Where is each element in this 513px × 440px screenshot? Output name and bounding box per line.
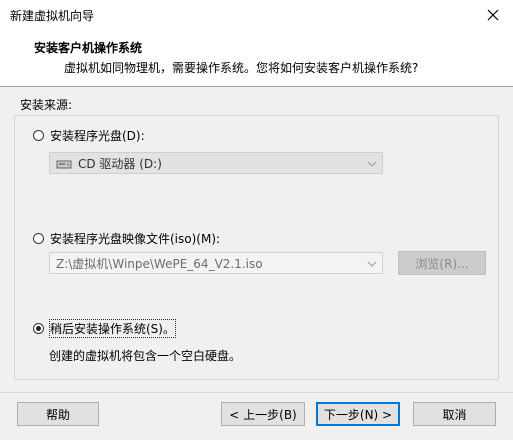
chevron-down-icon xyxy=(362,256,382,270)
install-later-label: 稍后安装操作系统(S)。 xyxy=(49,319,176,338)
install-later-description: 创建的虚拟机将包含一个空白硬盘。 xyxy=(49,349,242,363)
install-later-option[interactable]: 稍后安装操作系统(S)。 xyxy=(33,319,176,338)
browse-button[interactable]: 浏览(R)... xyxy=(398,251,486,275)
next-button[interactable]: 下一步(N) > xyxy=(316,402,400,426)
footer-divider xyxy=(0,392,513,393)
window-title: 新建虚拟机向导 xyxy=(10,9,95,23)
iso-option[interactable]: 安装程序光盘映像文件(iso)(M): xyxy=(33,230,220,247)
cd-drive-value: CD 驱动器 (D:) xyxy=(78,156,162,171)
chevron-down-icon xyxy=(362,156,382,170)
cd-drive-icon xyxy=(56,157,72,169)
disc-option-label: 安装程序光盘(D): xyxy=(50,129,145,143)
iso-path-value: Z:\虚拟机\Winpe\WePE_64_V2.1.iso xyxy=(56,256,263,271)
cd-drive-select[interactable]: CD 驱动器 (D:) xyxy=(49,152,383,174)
install-source-label: 安装来源: xyxy=(20,98,73,112)
new-vm-wizard-dialog: 新建虚拟机向导 安装客户机操作系统 虚拟机如同物理机，需要操作系统。您将如何安装… xyxy=(0,0,513,440)
disc-option[interactable]: 安装程序光盘(D): xyxy=(33,127,145,144)
close-button[interactable] xyxy=(483,5,503,25)
header-divider xyxy=(0,86,513,87)
iso-option-label: 安装程序光盘映像文件(iso)(M): xyxy=(50,232,221,246)
install-later-radio[interactable] xyxy=(33,323,44,334)
wizard-header: 安装客户机操作系统 虚拟机如同物理机，需要操作系统。您将如何安装客户机操作系统? xyxy=(0,30,513,87)
close-icon xyxy=(487,9,499,21)
back-button[interactable]: < 上一步(B) xyxy=(221,402,305,426)
iso-path-input[interactable]: Z:\虚拟机\Winpe\WePE_64_V2.1.iso xyxy=(49,252,383,274)
disc-radio[interactable] xyxy=(33,130,44,141)
page-subtitle: 虚拟机如同物理机，需要操作系统。您将如何安装客户机操作系统? xyxy=(64,61,419,75)
page-title: 安装客户机操作系统 xyxy=(34,41,143,55)
title-bar: 新建虚拟机向导 xyxy=(0,0,513,30)
cancel-button[interactable]: 取消 xyxy=(413,402,496,426)
help-button[interactable]: 帮助 xyxy=(17,402,99,426)
iso-radio[interactable] xyxy=(33,233,44,244)
